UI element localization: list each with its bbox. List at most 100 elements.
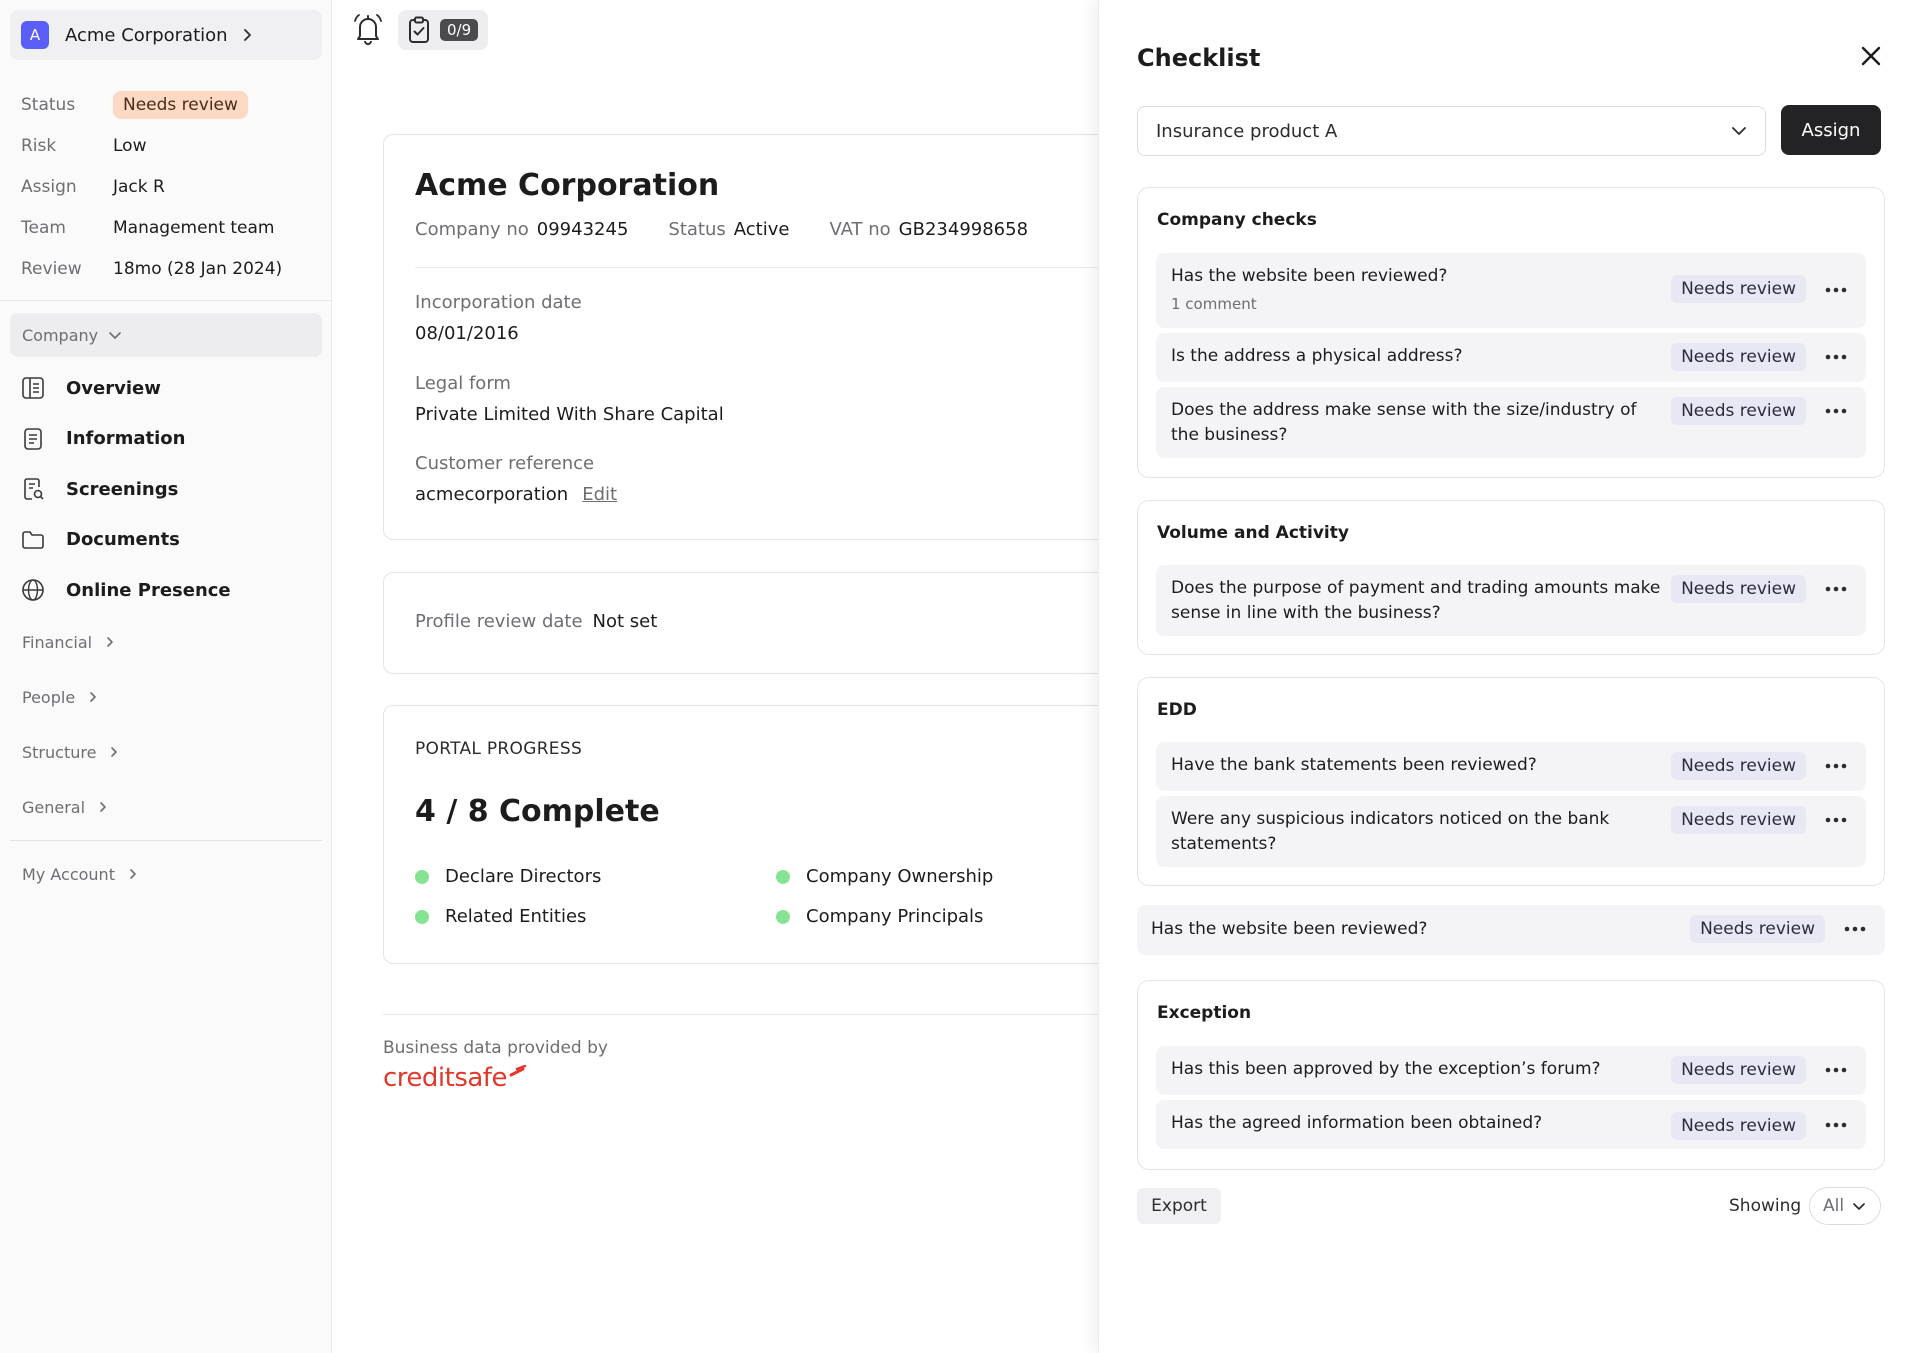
company-card: Acme Corporation Company no 09943245 Stat…: [383, 134, 1143, 540]
chevron-down-icon: [1853, 1203, 1865, 1210]
checklist-item[interactable]: Does the purpose of payment and trading …: [1156, 565, 1866, 636]
portal-summary: 4 / 8 Complete: [415, 794, 660, 829]
more-icon[interactable]: [1824, 586, 1848, 592]
nav-item-label: Documents: [66, 529, 180, 551]
nav-item-information[interactable]: Information: [20, 414, 320, 465]
meta-key: Status: [21, 94, 76, 115]
incorporation-label: Incorporation date: [415, 292, 582, 313]
meta-value[interactable]: 18mo (28 Jan 2024): [113, 259, 282, 279]
group-title: Company checks: [1157, 210, 1317, 230]
overview-icon: [22, 377, 44, 400]
status-badge[interactable]: Needs review: [1671, 343, 1806, 371]
divider: [415, 267, 1142, 268]
nav-item-label: Screenings: [66, 478, 179, 500]
nav-item-overview[interactable]: Overview: [20, 363, 320, 414]
section-label: Structure: [22, 742, 97, 762]
meta-value[interactable]: Management team: [113, 218, 275, 238]
status-badge[interactable]: Needs review: [1671, 1056, 1806, 1084]
more-icon[interactable]: [1824, 354, 1848, 360]
checklist-item[interactable]: Has the website been reviewed? 1 comment…: [1156, 253, 1866, 328]
portal-item-label: Declare Directors: [445, 866, 602, 887]
company-group-toggle[interactable]: Company: [10, 313, 322, 357]
logo-swoosh-icon: [509, 1065, 527, 1077]
more-icon[interactable]: [1824, 1122, 1848, 1128]
checklist-count-badge: 0/9: [440, 19, 479, 41]
status-badge[interactable]: Needs review: [1671, 1112, 1806, 1140]
checklist-item[interactable]: Have the bank statements been reviewed? …: [1156, 742, 1866, 791]
divider: [0, 300, 332, 301]
export-button[interactable]: Export: [1137, 1188, 1221, 1224]
meta-review-row: Review 18mo (28 Jan 2024): [21, 248, 321, 289]
fact-value: 09943245: [536, 219, 629, 240]
screening-search-icon: [24, 478, 44, 501]
more-icon[interactable]: [1824, 408, 1848, 414]
checklist-item[interactable]: Is the address a physical address? Needs…: [1156, 333, 1866, 382]
nav-item-online-presence[interactable]: Online Presence: [20, 565, 320, 616]
more-icon[interactable]: [1824, 763, 1848, 769]
comment-count[interactable]: 1 comment: [1171, 295, 1257, 313]
sidebar-section-financial[interactable]: Financial: [22, 627, 222, 657]
showing-filter-select[interactable]: All: [1809, 1187, 1881, 1225]
chevron-right-icon: [243, 29, 251, 41]
status-badge[interactable]: Needs review: [1671, 806, 1806, 834]
org-switcher[interactable]: A Acme Corporation: [10, 10, 322, 60]
globe-icon: [22, 579, 44, 602]
checklist-item[interactable]: Were any suspicious indicators noticed o…: [1156, 796, 1866, 867]
checklist-item-text: Has the website been reviewed?: [1171, 266, 1448, 286]
more-icon[interactable]: [1824, 817, 1848, 823]
complete-dot: [776, 909, 790, 924]
bell-icon[interactable]: [352, 12, 384, 46]
status-badge[interactable]: Needs review: [1671, 752, 1806, 780]
edit-link[interactable]: Edit: [582, 484, 617, 505]
more-icon[interactable]: [1843, 926, 1867, 932]
customer-ref-value: acmecorporation: [415, 484, 569, 505]
checklist-toggle[interactable]: 0/9: [398, 10, 488, 50]
checklist-item-text: Has this been approved by the exception’…: [1171, 1059, 1601, 1079]
checklist-item[interactable]: Does the address make sense with the siz…: [1156, 387, 1866, 458]
checklist-item-text: Does the address make sense with the siz…: [1171, 400, 1637, 445]
assign-button[interactable]: Assign: [1781, 105, 1881, 155]
customer-ref-label: Customer reference: [415, 453, 595, 474]
sidebar-section-people[interactable]: People: [22, 682, 222, 712]
meta-key: Review: [21, 258, 82, 279]
product-select[interactable]: Insurance product A: [1137, 106, 1766, 156]
group-title: EDD: [1157, 700, 1197, 720]
profile-review-row: Profile review date Not set: [415, 611, 657, 632]
sidebar-section-structure[interactable]: Structure: [22, 737, 222, 767]
incorporation-value: 08/01/2016: [415, 323, 519, 344]
nav-item-label: Information: [66, 428, 186, 450]
checklist-item[interactable]: Has this been approved by the exception’…: [1156, 1046, 1866, 1095]
status-badge[interactable]: Needs review: [113, 90, 248, 119]
meta-value[interactable]: Jack R: [113, 177, 165, 197]
checklist-item-ungrouped[interactable]: Has the website been reviewed? Needs rev…: [1137, 905, 1885, 955]
status-badge[interactable]: Needs review: [1671, 275, 1806, 303]
fact-label: Company no: [415, 219, 529, 240]
nav-item-screenings[interactable]: Screenings: [20, 464, 320, 515]
showing-filter-value: All: [1823, 1196, 1845, 1216]
sidebar-my-account[interactable]: My Account: [22, 859, 222, 889]
legal-form-label: Legal form: [415, 373, 511, 394]
status-badge[interactable]: Needs review: [1690, 915, 1825, 943]
company-nav: Overview Information Screenings Document…: [20, 360, 320, 616]
org-name: Acme Corporation: [65, 24, 228, 46]
more-icon[interactable]: [1824, 287, 1848, 293]
divider: [10, 840, 322, 841]
meta-risk-row: Risk Low: [21, 125, 321, 166]
portal-heading: PORTAL PROGRESS: [415, 739, 583, 759]
close-icon[interactable]: [1857, 42, 1885, 70]
status-badge[interactable]: Needs review: [1671, 397, 1806, 425]
chevron-down-icon: [109, 332, 121, 339]
sidebar-section-general[interactable]: General: [22, 792, 222, 822]
profile-review-value[interactable]: Not set: [593, 611, 658, 632]
creditsafe-logo: creditsafe: [383, 1063, 527, 1093]
section-label: Financial: [22, 632, 93, 652]
nav-item-label: Overview: [66, 377, 161, 399]
meta-value[interactable]: Low: [113, 136, 146, 156]
nav-item-documents[interactable]: Documents: [20, 515, 320, 566]
fact-value: Active: [733, 219, 790, 240]
status-badge[interactable]: Needs review: [1671, 575, 1806, 603]
checklist-group-edd: EDD Have the bank statements been review…: [1137, 677, 1885, 886]
meta-assign-row: Assign Jack R: [21, 166, 321, 207]
checklist-item[interactable]: Has the agreed information been obtained…: [1156, 1100, 1866, 1149]
more-icon[interactable]: [1824, 1067, 1848, 1073]
